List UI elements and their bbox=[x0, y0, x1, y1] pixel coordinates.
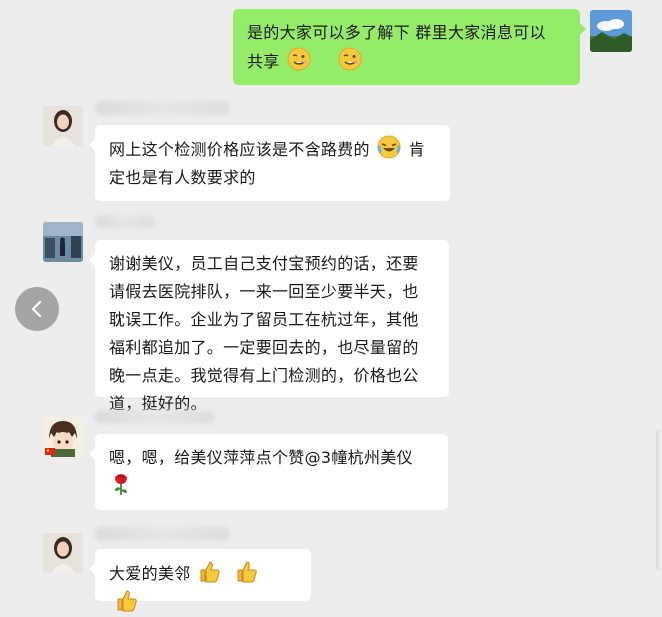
message-text-line: 福利都追加了。一定要回去的，也尽量留的 bbox=[109, 338, 419, 357]
thumbs-up-emoji-icon bbox=[200, 561, 220, 583]
message-text-line: 共享 bbox=[247, 47, 566, 76]
message-text-line: 网上这个检测价格应该是不含路费的 肯 bbox=[109, 135, 436, 164]
message-bubble[interactable]: 嗯，嗯，给美仪萍萍点个赞@3幢杭州美仪 bbox=[89, 434, 448, 510]
avatar-user[interactable] bbox=[43, 106, 83, 146]
message-text-line: 是的大家可以多了解下 群里大家消息可以 bbox=[247, 23, 546, 42]
avatar-self[interactable] bbox=[590, 10, 632, 52]
wink-emoji-icon bbox=[287, 47, 311, 71]
rose-emoji-icon bbox=[115, 474, 127, 495]
avatar-user[interactable] bbox=[43, 533, 83, 573]
message-text-line: 谢谢美仪，员工自己支付宝预约的话，还要 bbox=[109, 254, 419, 273]
message-bubble[interactable]: 是的大家可以多了解下 群里大家消息可以 共享 bbox=[233, 9, 586, 85]
message-text-line: 请假去医院排队，一来一回至少要半天，也 bbox=[109, 282, 419, 301]
message-text-line bbox=[109, 472, 434, 501]
avatar-user[interactable] bbox=[43, 417, 83, 457]
message-text-line: 大爱的美邻 bbox=[109, 559, 297, 617]
message-text-line: 耽误工作。企业为了留员工在杭过年，其他 bbox=[109, 310, 419, 329]
message-text-line: 定也是有人数要求的 bbox=[109, 168, 256, 187]
thumbs-up-emoji-icon bbox=[237, 561, 258, 583]
wink-emoji-icon bbox=[338, 47, 362, 71]
back-button[interactable] bbox=[15, 287, 59, 331]
chevron-left-icon bbox=[31, 300, 42, 318]
avatar-user[interactable] bbox=[43, 222, 83, 262]
sender-name bbox=[95, 101, 230, 115]
sender-name bbox=[95, 410, 215, 424]
scrollbar[interactable] bbox=[656, 430, 659, 570]
laugh-cry-emoji-icon bbox=[377, 135, 401, 159]
sender-name bbox=[95, 527, 230, 541]
message-bubble[interactable]: 大爱的美邻 bbox=[89, 549, 311, 612]
message-bubble[interactable]: 谢谢美仪，员工自己支付宝预约的话，还要 请假去医院排队，一来一回至少要半天，也 … bbox=[89, 240, 449, 413]
message-bubble[interactable]: 网上这个检测价格应该是不含路费的 肯 定也是有人数要求的 bbox=[89, 125, 450, 201]
thumbs-up-emoji-icon bbox=[117, 590, 137, 612]
sender-name bbox=[95, 215, 155, 229]
message-text-line: 嗯，嗯，给美仪萍萍点个赞@3幢杭州美仪 bbox=[109, 448, 413, 467]
message-text-line: 晚一点走。我觉得有上门检测的，价格也公 bbox=[109, 366, 419, 385]
